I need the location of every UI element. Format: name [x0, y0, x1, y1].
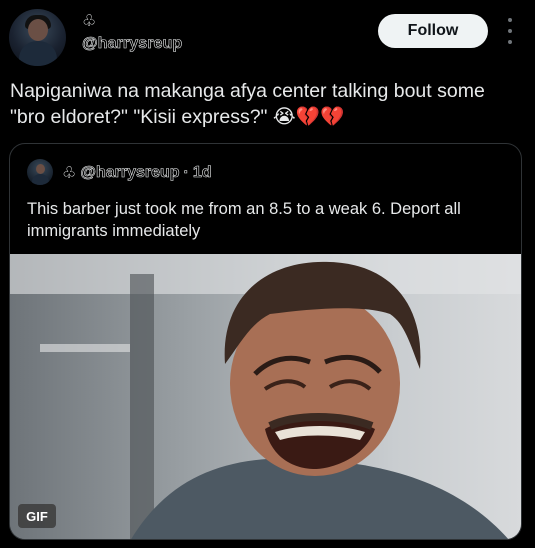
quoted-text: This barber just took me from an 8.5 to …: [27, 200, 461, 240]
quoted-timestamp[interactable]: 1d: [193, 164, 212, 182]
quoted-post[interactable]: ♧ @harrysreup · 1d This barber just took…: [9, 143, 522, 540]
post-text: Napiganiwa na makanga afya center talkin…: [10, 80, 485, 128]
avatar-body: [19, 41, 57, 66]
quoted-separator: ·: [183, 164, 189, 182]
quoted-emoji: ♧: [62, 165, 77, 182]
quoted-gif[interactable]: GIF: [10, 254, 521, 539]
quoted-avatar-body: [32, 174, 49, 185]
follow-button[interactable]: Follow: [378, 14, 488, 48]
author-avatar[interactable]: [9, 9, 66, 66]
gif-badge: GIF: [18, 504, 56, 528]
more-vertical-icon[interactable]: [504, 18, 516, 44]
avatar-face: [28, 19, 48, 41]
quoted-handle[interactable]: @harrysreup: [80, 164, 180, 182]
author-handle[interactable]: @harrysreup: [82, 35, 183, 53]
quoted-avatar-face: [36, 164, 45, 174]
author-emoji: ♧: [82, 13, 97, 30]
gif-frame-illustration: [10, 254, 521, 539]
more-dot: [508, 18, 512, 22]
more-dot: [508, 40, 512, 44]
more-dot: [508, 29, 512, 33]
quoted-meta: ♧ @harrysreup · 1d: [62, 163, 212, 183]
quoted-avatar[interactable]: [27, 159, 53, 185]
